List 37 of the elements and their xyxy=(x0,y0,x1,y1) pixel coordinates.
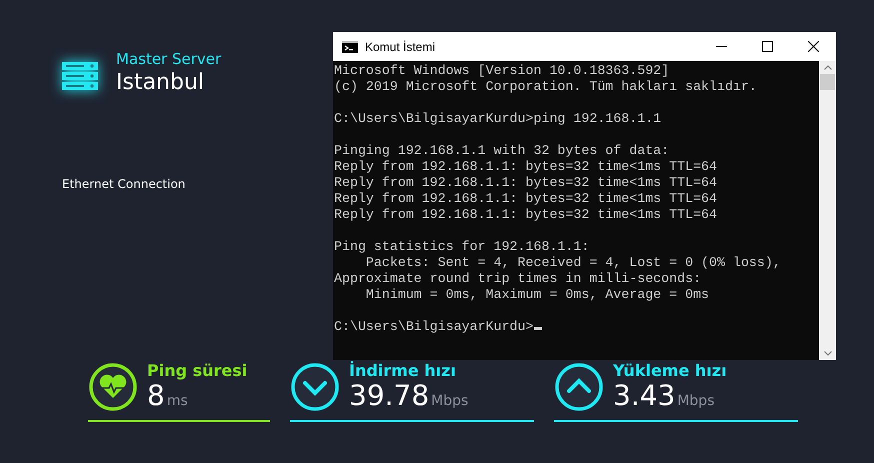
stat-unit: Mbps xyxy=(677,393,714,409)
maximize-icon xyxy=(762,41,772,52)
stat-unit: ms xyxy=(166,393,188,409)
console-line: Ping statistics for 192.168.1.1: xyxy=(334,239,590,255)
console-line: (c) 2019 Microsoft Corporation. Tüm hakları saklıdır. xyxy=(334,79,758,95)
console-line: Approximate round trip times in milli-seconds: xyxy=(334,271,702,287)
stat-value: 3.43 xyxy=(613,380,676,412)
console-line: Reply from 192.168.1.1: bytes=32 time<1ms TTL=64 xyxy=(334,175,718,191)
console-line: Pinging 192.168.1.1 with 32 bytes of data: xyxy=(334,143,670,159)
scroll-up-icon xyxy=(824,65,832,70)
console-line: Minimum = 0ms, Maximum = 0ms, Average = 0ms xyxy=(364,287,710,303)
chevron-up-icon xyxy=(554,362,604,412)
server-label: Master Server xyxy=(116,50,222,68)
stat-label: Ping süresi xyxy=(147,362,248,380)
console-line: C:\Users\BilgisayarKurdu>ping 192.168.1.1 xyxy=(334,111,662,127)
close-icon xyxy=(808,41,818,52)
stat-value: 8 xyxy=(147,380,165,412)
stat-unit: Mbps xyxy=(431,393,468,409)
stat-label: Yükleme hızı xyxy=(613,362,727,380)
console-line: Packets: Sent = 4, Received = 4, Lost = 0 (0% loss), xyxy=(364,255,782,271)
console-line: C:\Users\BilgisayarKurdu> xyxy=(334,319,819,335)
stat-value: 39.78 xyxy=(349,380,430,412)
server-icon xyxy=(62,62,98,90)
console-line: Reply from 192.168.1.1: bytes=32 time<1ms TTL=64 xyxy=(334,159,718,175)
heart-pulse-icon xyxy=(88,362,138,412)
terminal-icon xyxy=(342,40,358,52)
stat-label: İndirme hızı xyxy=(349,362,457,380)
window-title: Komut İstemi xyxy=(365,40,436,54)
chevron-down-icon xyxy=(290,362,340,412)
console-line: Reply from 192.168.1.1: bytes=32 time<1ms TTL=64 xyxy=(334,191,718,207)
connection-label: Ethernet Connection xyxy=(62,177,186,191)
console-line: Microsoft Windows [Version 10.0.18363.592] xyxy=(334,63,670,79)
scroll-thumb[interactable] xyxy=(820,74,835,90)
scroll-down-icon xyxy=(824,351,832,356)
scrollbar[interactable] xyxy=(819,61,836,360)
console-line: Reply from 192.168.1.1: bytes=32 time<1ms TTL=64 xyxy=(334,207,718,223)
server-city: Istanbul xyxy=(116,70,206,95)
